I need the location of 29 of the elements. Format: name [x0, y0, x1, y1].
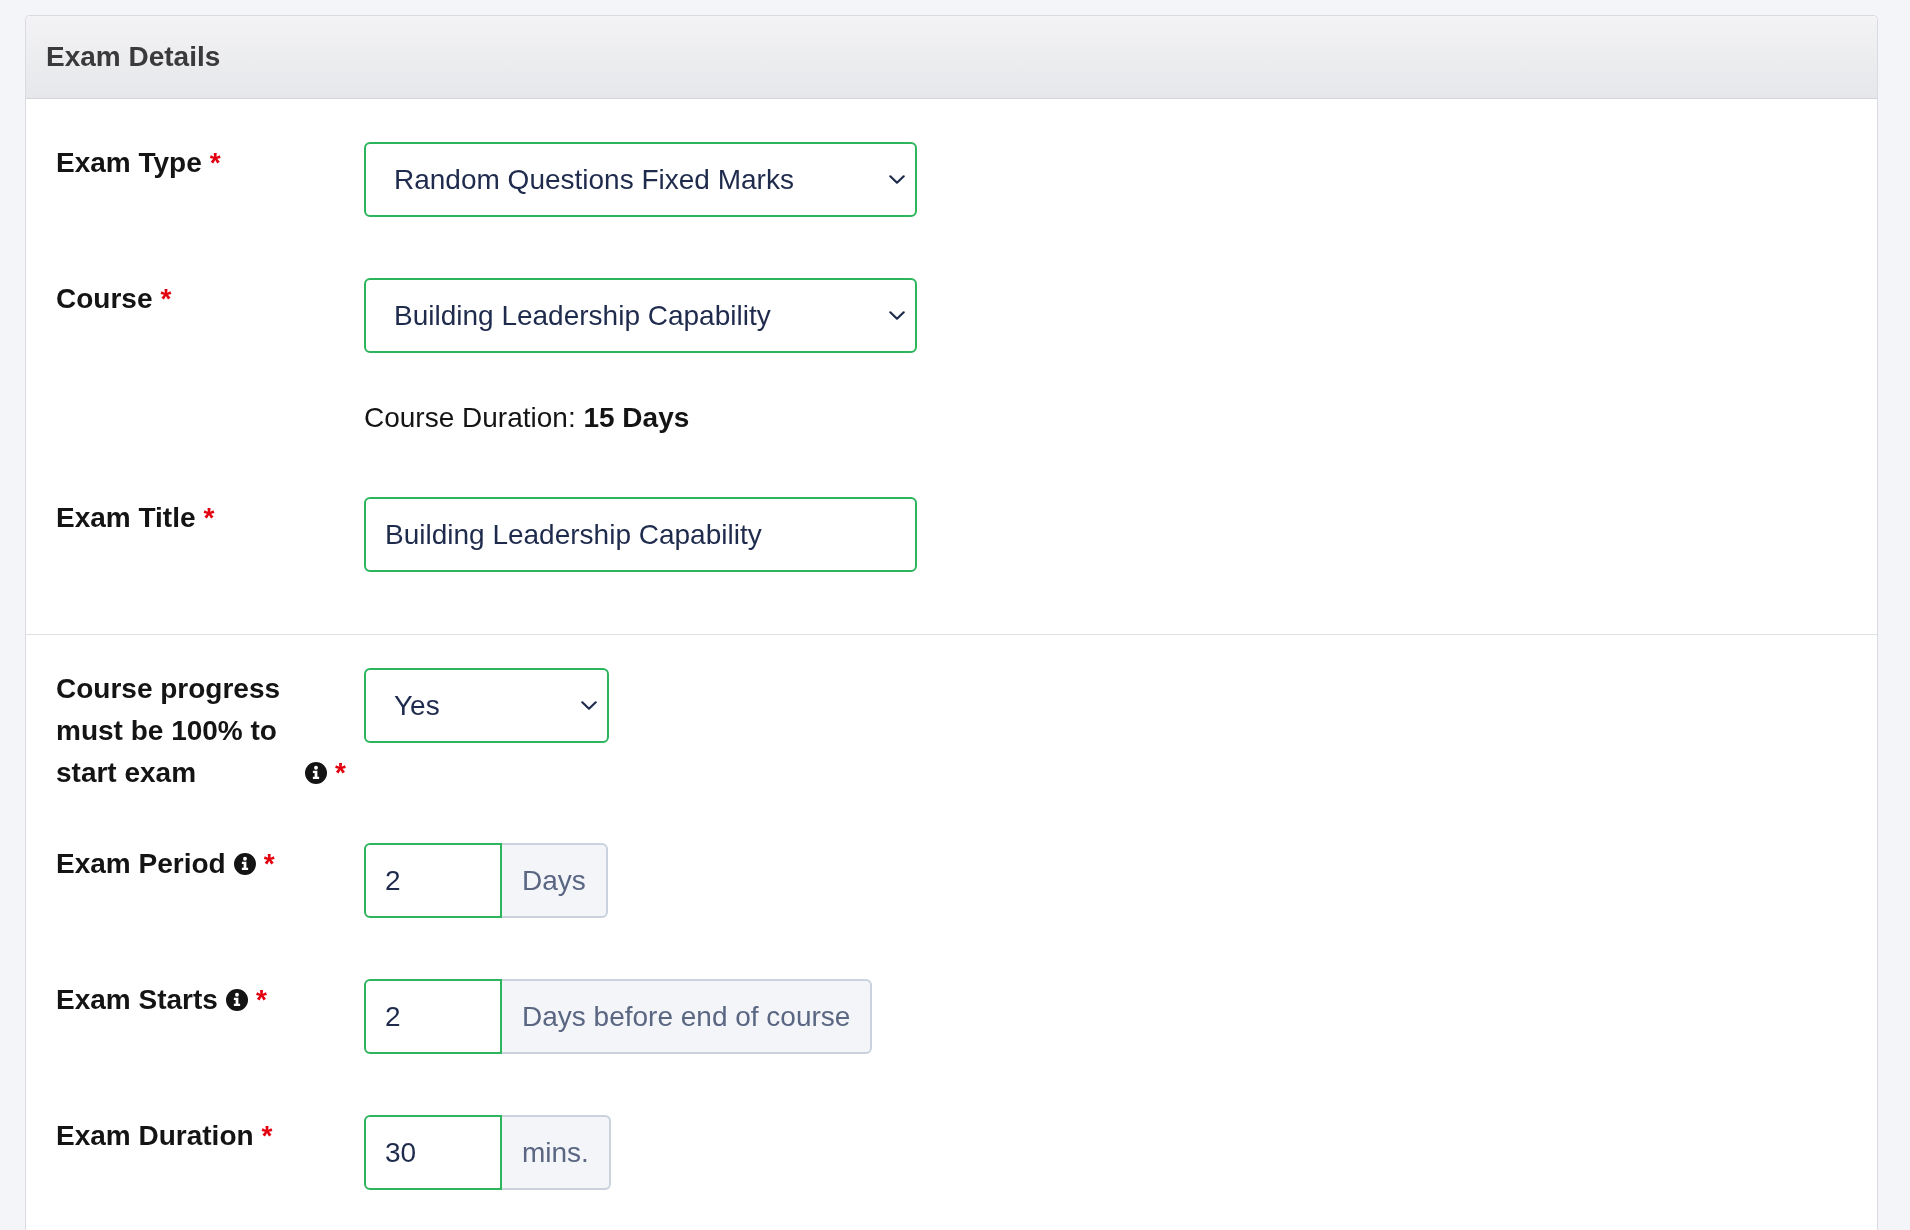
field-note: Course Duration: 15 Days	[364, 401, 691, 435]
field-label: Exam Period	[56, 847, 226, 881]
required-mark: *	[160, 282, 172, 316]
number-input[interactable]: 30	[364, 1115, 502, 1190]
number-input[interactable]: 2	[364, 843, 502, 918]
chevron-down-icon	[889, 311, 905, 320]
field-label: Exam Type	[56, 146, 202, 180]
required-mark: *	[263, 847, 275, 881]
chevron-down-icon	[889, 175, 905, 184]
required-mark: *	[335, 756, 346, 790]
dropdown[interactable]: Random Questions Fixed Marks	[364, 142, 917, 217]
text-input[interactable]: Building Leadership Capability	[364, 497, 917, 572]
field-label: Exam Starts	[56, 983, 218, 1017]
number-input[interactable]: 2	[364, 979, 502, 1054]
required-mark: *	[203, 501, 215, 535]
field-label: Exam Duration	[56, 1119, 254, 1153]
dropdown[interactable]: Building Leadership Capability	[364, 278, 917, 353]
field-label: Course progress must be 100% to start exam	[56, 672, 282, 790]
field-label: Exam Title	[56, 501, 196, 535]
dropdown[interactable]: Yes	[364, 668, 609, 743]
required-mark: *	[255, 983, 267, 1017]
field-label: Course	[56, 282, 153, 316]
chevron-down-icon	[581, 701, 597, 710]
required-mark: *	[261, 1119, 273, 1153]
unit-addon: Days before end of course	[502, 979, 873, 1054]
unit-addon: mins.	[502, 1115, 611, 1190]
panel-title: Exam Details	[46, 40, 221, 74]
required-mark: *	[209, 146, 221, 180]
unit-addon: Days	[502, 843, 608, 918]
